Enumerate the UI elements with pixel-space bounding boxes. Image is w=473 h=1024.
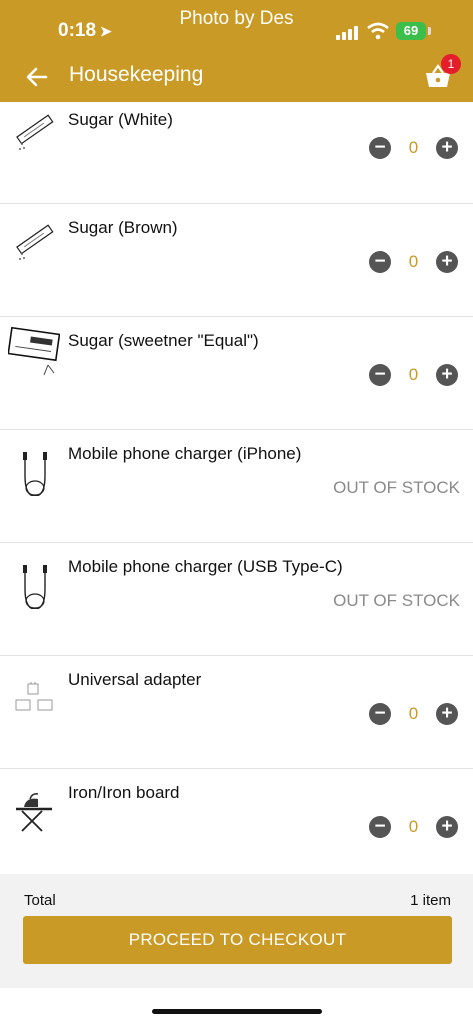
increment-button[interactable]: +	[436, 137, 458, 159]
increment-button[interactable]: +	[436, 251, 458, 273]
increment-button[interactable]: +	[436, 364, 458, 386]
increment-button[interactable]: +	[436, 816, 458, 838]
quantity-value: 0	[408, 138, 419, 157]
item-name: Iron/Iron board	[68, 783, 180, 802]
page-title: Housekeeping	[69, 63, 204, 86]
quantity-value: 0	[408, 704, 419, 723]
item-count: 1 item	[410, 892, 451, 909]
home-indicator[interactable]	[152, 1009, 322, 1014]
back-arrow-icon[interactable]	[22, 62, 52, 92]
charger-cable-icon	[23, 565, 47, 609]
quantity-stepper: − 0 +	[369, 136, 458, 160]
list-item: Universal adapter − 0 +	[0, 656, 473, 769]
item-name: Sugar (White)	[68, 110, 173, 129]
cellular-signal-icon	[336, 26, 360, 40]
sugar-stick-icon	[16, 114, 54, 150]
proceed-to-checkout-button[interactable]: PROCEED TO CHECKOUT	[23, 916, 452, 964]
out-of-stock-label: OUT OF STOCK	[333, 478, 460, 497]
charger-cable-icon	[23, 452, 47, 496]
list-item: Mobile phone charger (iPhone) OUT OF STO…	[0, 430, 473, 543]
item-name: Mobile phone charger (USB Type-C)	[68, 557, 343, 576]
quantity-value: 0	[408, 252, 419, 271]
battery-indicator: 69	[396, 22, 426, 40]
battery-tip	[428, 27, 431, 35]
decrement-button[interactable]: −	[369, 816, 391, 838]
item-name: Mobile phone charger (iPhone)	[68, 444, 302, 463]
list-item: Mobile phone charger (USB Type-C) OUT OF…	[0, 543, 473, 656]
list-item: Sugar (Brown) − 0 +	[0, 204, 473, 317]
list-item: Sugar (sweetner "Equal") − 0 +	[0, 317, 473, 430]
quantity-value: 0	[408, 817, 419, 836]
product-list: Sugar (White) − 0 + Sugar (Brown) − 0 + …	[0, 102, 473, 882]
list-item: Iron/Iron board − 0 +	[0, 769, 473, 882]
item-name: Universal adapter	[68, 670, 202, 689]
list-item: Sugar (White) − 0 +	[0, 102, 473, 204]
quantity-stepper: − 0 +	[369, 702, 458, 726]
adapter-icon	[15, 682, 53, 711]
decrement-button[interactable]: −	[369, 364, 391, 386]
quantity-stepper: − 0 +	[369, 250, 458, 274]
quantity-value: 0	[408, 365, 419, 384]
app-header: 0:18 ➤ Photo by Des 69 Housekeeping 1	[0, 0, 473, 102]
cart-count-badge: 1	[441, 54, 461, 74]
wifi-icon	[367, 22, 389, 40]
quantity-stepper: − 0 +	[369, 815, 458, 839]
item-name: Sugar (Brown)	[68, 218, 178, 237]
quantity-stepper: − 0 +	[369, 363, 458, 387]
iron-board-icon	[16, 793, 52, 832]
decrement-button[interactable]: −	[369, 251, 391, 273]
increment-button[interactable]: +	[436, 703, 458, 725]
decrement-button[interactable]: −	[369, 137, 391, 159]
total-label: Total	[24, 892, 56, 909]
sugar-stick-icon	[16, 224, 54, 260]
sweetener-packet-icon	[8, 326, 60, 376]
decrement-button[interactable]: −	[369, 703, 391, 725]
out-of-stock-label: OUT OF STOCK	[333, 591, 460, 610]
item-name: Sugar (sweetner "Equal")	[68, 331, 259, 350]
checkout-footer: Total 1 item PROCEED TO CHECKOUT	[0, 874, 473, 988]
